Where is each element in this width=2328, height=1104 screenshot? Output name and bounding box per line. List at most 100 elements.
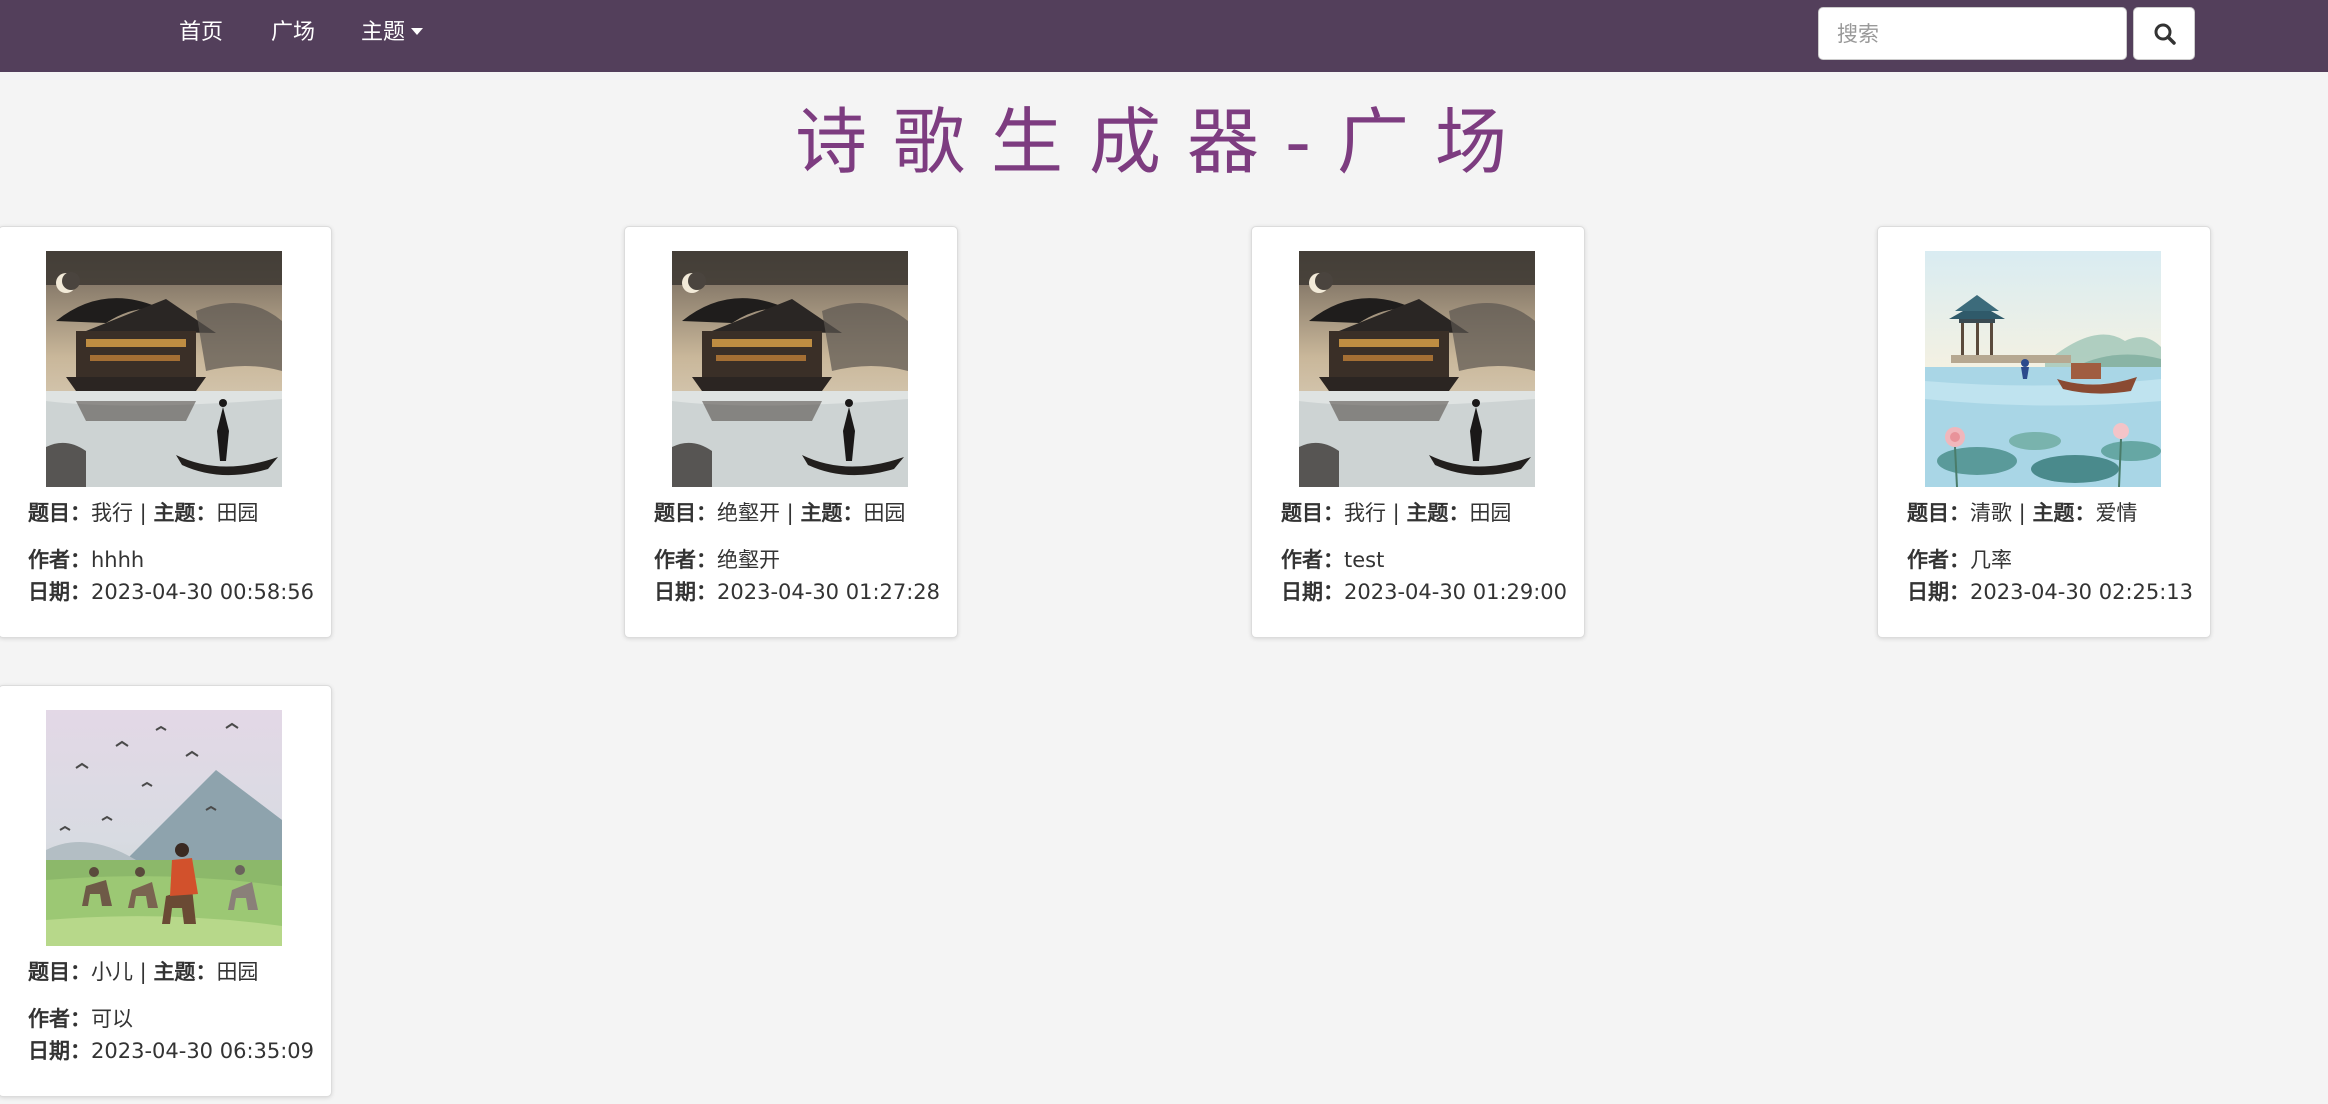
poem-image[interactable] bbox=[46, 710, 282, 946]
colon: ： bbox=[70, 501, 91, 525]
poem-title-line: 题目：我行 | 主题：田园 bbox=[28, 498, 258, 528]
poem-author-line: 作者：几率 bbox=[1907, 545, 2012, 575]
poem-card[interactable]: 题目：我行 | 主题：田园 作者：hhhh 日期：2023-04-30 00:58:… bbox=[0, 226, 332, 638]
poem-date: 2023-04-30 02:25:13 bbox=[1970, 580, 2194, 604]
separator: | bbox=[2012, 501, 2033, 525]
poem-date-line: 日期：2023-04-30 02:25:13 bbox=[1907, 577, 2193, 607]
title-label: 题目 bbox=[28, 960, 70, 984]
poem-author: 绝壑开 bbox=[717, 548, 780, 572]
poem-author-line: 作者：hhhh bbox=[28, 545, 144, 575]
colon: ： bbox=[1949, 501, 1970, 525]
colon: ： bbox=[696, 501, 717, 525]
poem-title: 清歌 bbox=[1970, 501, 2012, 525]
colon: ： bbox=[1949, 548, 1970, 572]
colon: ： bbox=[2074, 501, 2096, 525]
colon: ： bbox=[195, 960, 217, 984]
colon: ： bbox=[1323, 548, 1344, 572]
poem-theme: 田园 bbox=[216, 960, 259, 984]
colon: ： bbox=[1323, 580, 1344, 604]
poem-author-line: 作者：可以 bbox=[28, 1004, 133, 1034]
colon: ： bbox=[70, 1039, 91, 1063]
theme-label: 主题 bbox=[2032, 501, 2075, 525]
title-label: 题目 bbox=[654, 501, 696, 525]
colon: ： bbox=[195, 501, 217, 525]
search-icon bbox=[2154, 23, 2176, 45]
date-label: 日期 bbox=[654, 580, 696, 604]
poem-author: hhhh bbox=[91, 548, 145, 572]
nav-home-link[interactable]: 首页 bbox=[179, 0, 223, 66]
title-label: 题目 bbox=[28, 501, 70, 525]
poem-date: 2023-04-30 06:35:09 bbox=[91, 1039, 315, 1063]
colon: ： bbox=[842, 501, 864, 525]
theme-label: 主题 bbox=[153, 501, 196, 525]
poem-title-line: 题目：我行 | 主题：田园 bbox=[1281, 498, 1511, 528]
poem-theme: 田园 bbox=[1469, 501, 1512, 525]
caret-down-icon bbox=[411, 27, 424, 35]
date-label: 日期 bbox=[28, 1039, 70, 1063]
poem-card[interactable]: 题目：我行 | 主题：田园 作者：test 日期：2023-04-30 01:29:… bbox=[1251, 226, 1585, 638]
colon: ： bbox=[70, 1007, 91, 1031]
poem-title: 我行 bbox=[1344, 501, 1386, 525]
poem-title-line: 题目：清歌 | 主题：爱情 bbox=[1907, 498, 2137, 528]
nav-square-link[interactable]: 广场 bbox=[271, 0, 315, 66]
theme-label: 主题 bbox=[800, 501, 843, 525]
page-title: 诗歌生成器-广场 bbox=[795, 100, 1533, 184]
poem-title: 我行 bbox=[91, 501, 133, 525]
poem-author: 可以 bbox=[91, 1007, 133, 1031]
search-input[interactable] bbox=[1818, 7, 2127, 60]
poem-author: test bbox=[1344, 548, 1385, 572]
poem-card[interactable]: 题目：绝壑开 | 主题：田园 作者：绝壑开 日期：2023-04-30 01:27:… bbox=[624, 226, 958, 638]
poem-theme: 田园 bbox=[863, 501, 906, 525]
poem-date-line: 日期：2023-04-30 01:29:00 bbox=[1281, 577, 1567, 607]
poem-date-line: 日期：2023-04-30 06:35:09 bbox=[28, 1036, 314, 1066]
poem-image[interactable] bbox=[672, 251, 908, 487]
nav-theme-label: 主题 bbox=[361, 20, 406, 45]
poem-author-line: 作者：test bbox=[1281, 545, 1384, 575]
separator: | bbox=[1386, 501, 1407, 525]
author-label: 作者 bbox=[28, 1007, 70, 1031]
poem-author-line: 作者：绝壑开 bbox=[654, 545, 780, 575]
poem-card[interactable]: 题目：小儿 | 主题：田园 作者：可以 日期：2023-04-30 06:35:09 bbox=[0, 685, 332, 1097]
separator: | bbox=[133, 960, 154, 984]
date-label: 日期 bbox=[1281, 580, 1323, 604]
author-label: 作者 bbox=[28, 548, 70, 572]
author-label: 作者 bbox=[1281, 548, 1323, 572]
colon: ： bbox=[1323, 501, 1344, 525]
title-label: 题目 bbox=[1907, 501, 1949, 525]
theme-label: 主题 bbox=[1406, 501, 1449, 525]
poem-title-line: 题目：小儿 | 主题：田园 bbox=[28, 957, 258, 987]
author-label: 作者 bbox=[1907, 548, 1949, 572]
colon: ： bbox=[70, 548, 91, 572]
date-label: 日期 bbox=[1907, 580, 1949, 604]
theme-label: 主题 bbox=[153, 960, 196, 984]
poem-date-line: 日期：2023-04-30 01:27:28 bbox=[654, 577, 940, 607]
poem-date: 2023-04-30 01:29:00 bbox=[1344, 580, 1568, 604]
author-label: 作者 bbox=[654, 548, 696, 572]
poem-date-line: 日期：2023-04-30 00:58:56 bbox=[28, 577, 314, 607]
poem-date: 2023-04-30 00:58:56 bbox=[91, 580, 315, 604]
colon: ： bbox=[696, 548, 717, 572]
separator: | bbox=[780, 501, 801, 525]
search-button[interactable] bbox=[2133, 7, 2195, 60]
poem-date: 2023-04-30 01:27:28 bbox=[717, 580, 941, 604]
poem-title-line: 题目：绝壑开 | 主题：田园 bbox=[654, 498, 905, 528]
poem-title: 绝壑开 bbox=[717, 501, 780, 525]
poem-theme: 田园 bbox=[216, 501, 259, 525]
nav-theme-dropdown[interactable]: 主题 bbox=[361, 0, 424, 66]
poem-image[interactable] bbox=[46, 251, 282, 487]
poem-image[interactable] bbox=[1925, 251, 2161, 487]
date-label: 日期 bbox=[28, 580, 70, 604]
colon: ： bbox=[1949, 580, 1970, 604]
colon: ： bbox=[1448, 501, 1470, 525]
poem-theme: 爱情 bbox=[2095, 501, 2138, 525]
top-navbar: 首页 广场 主题 bbox=[0, 0, 2328, 72]
title-label: 题目 bbox=[1281, 501, 1323, 525]
separator: | bbox=[133, 501, 154, 525]
poem-author: 几率 bbox=[1970, 548, 2012, 572]
colon: ： bbox=[696, 580, 717, 604]
poem-title: 小儿 bbox=[91, 960, 133, 984]
colon: ： bbox=[70, 960, 91, 984]
colon: ： bbox=[70, 580, 91, 604]
poem-image[interactable] bbox=[1299, 251, 1535, 487]
poem-card[interactable]: 题目：清歌 | 主题：爱情 作者：几率 日期：2023-04-30 02:25:13 bbox=[1877, 226, 2211, 638]
